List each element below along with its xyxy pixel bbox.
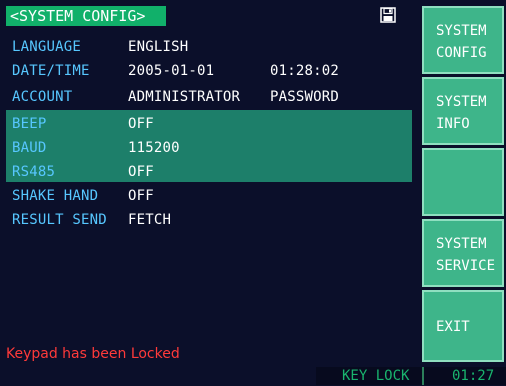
setting-label: RESULT SEND <box>12 212 107 228</box>
setting-label: ACCOUNT <box>12 89 73 105</box>
setting-label: BAUD <box>12 140 47 156</box>
disk-icon <box>380 7 396 23</box>
setting-row-account[interactable]: ACCOUNT ADMINISTRATOR PASSWORD <box>6 86 408 108</box>
key-lock-indicator: KEY LOCK <box>342 368 410 384</box>
config-panel: <SYSTEM CONFIG> LANGUAGE ENGLISH DATE/TI… <box>0 0 418 367</box>
setting-row-language[interactable]: LANGUAGE ENGLISH <box>6 36 408 58</box>
setting-row-shake-hand[interactable]: SHAKE HAND OFF <box>6 185 408 207</box>
clock: 01:27 <box>452 368 495 384</box>
setting-value[interactable]: 115200 <box>128 137 180 159</box>
softkey-label: INFO <box>436 116 470 132</box>
softkey-label: CONFIG <box>436 45 487 61</box>
keypad-locked-message: Keypad has been Locked <box>6 346 180 362</box>
setting-row-result-send[interactable]: RESULT SEND FETCH <box>6 209 408 231</box>
page-title: <SYSTEM CONFIG> <box>6 6 166 26</box>
setting-row-beep[interactable]: BEEP OFF <box>6 113 408 135</box>
setting-row-datetime[interactable]: DATE/TIME 2005-01-01 01:28:02 <box>6 60 408 82</box>
softkey-panel: SYSTEM CONFIG SYSTEM INFO SYSTEM SERVICE… <box>418 0 506 367</box>
setting-label: RS485 <box>12 164 56 180</box>
setting-label: LANGUAGE <box>12 39 82 55</box>
status-message-area <box>0 367 316 385</box>
setting-row-baud[interactable]: BAUD 115200 <box>6 137 408 159</box>
softkey-label: SYSTEM <box>436 236 487 252</box>
softkey-label: SERVICE <box>436 258 496 274</box>
instrument-screen: <SYSTEM CONFIG> LANGUAGE ENGLISH DATE/TI… <box>0 0 506 385</box>
softkey-label: SYSTEM <box>436 23 487 39</box>
softkey-label: EXIT <box>436 319 470 335</box>
setting-label: SHAKE HAND <box>12 188 99 204</box>
status-divider <box>422 367 424 385</box>
setting-label: BEEP <box>12 116 47 132</box>
softkey-system-config[interactable]: SYSTEM CONFIG <box>422 6 504 74</box>
setting-value[interactable]: OFF <box>128 161 154 183</box>
date-value[interactable]: 2005-01-01 <box>128 60 214 82</box>
account-value[interactable]: ADMINISTRATOR <box>128 86 240 108</box>
setting-label: DATE/TIME <box>12 63 90 79</box>
softkey-blank[interactable] <box>422 148 504 216</box>
softkey-label: SYSTEM <box>436 94 487 110</box>
time-value[interactable]: 01:28:02 <box>270 60 339 82</box>
setting-value[interactable]: FETCH <box>128 209 171 231</box>
setting-row-rs485[interactable]: RS485 OFF <box>6 161 408 183</box>
setting-value[interactable]: OFF <box>128 185 154 207</box>
softkey-system-service[interactable]: SYSTEM SERVICE <box>422 219 504 287</box>
setting-value[interactable]: OFF <box>128 113 154 135</box>
password-field[interactable]: PASSWORD <box>270 86 339 108</box>
setting-value[interactable]: ENGLISH <box>128 36 188 58</box>
softkey-system-info[interactable]: SYSTEM INFO <box>422 77 504 145</box>
softkey-exit[interactable]: EXIT <box>422 290 504 362</box>
